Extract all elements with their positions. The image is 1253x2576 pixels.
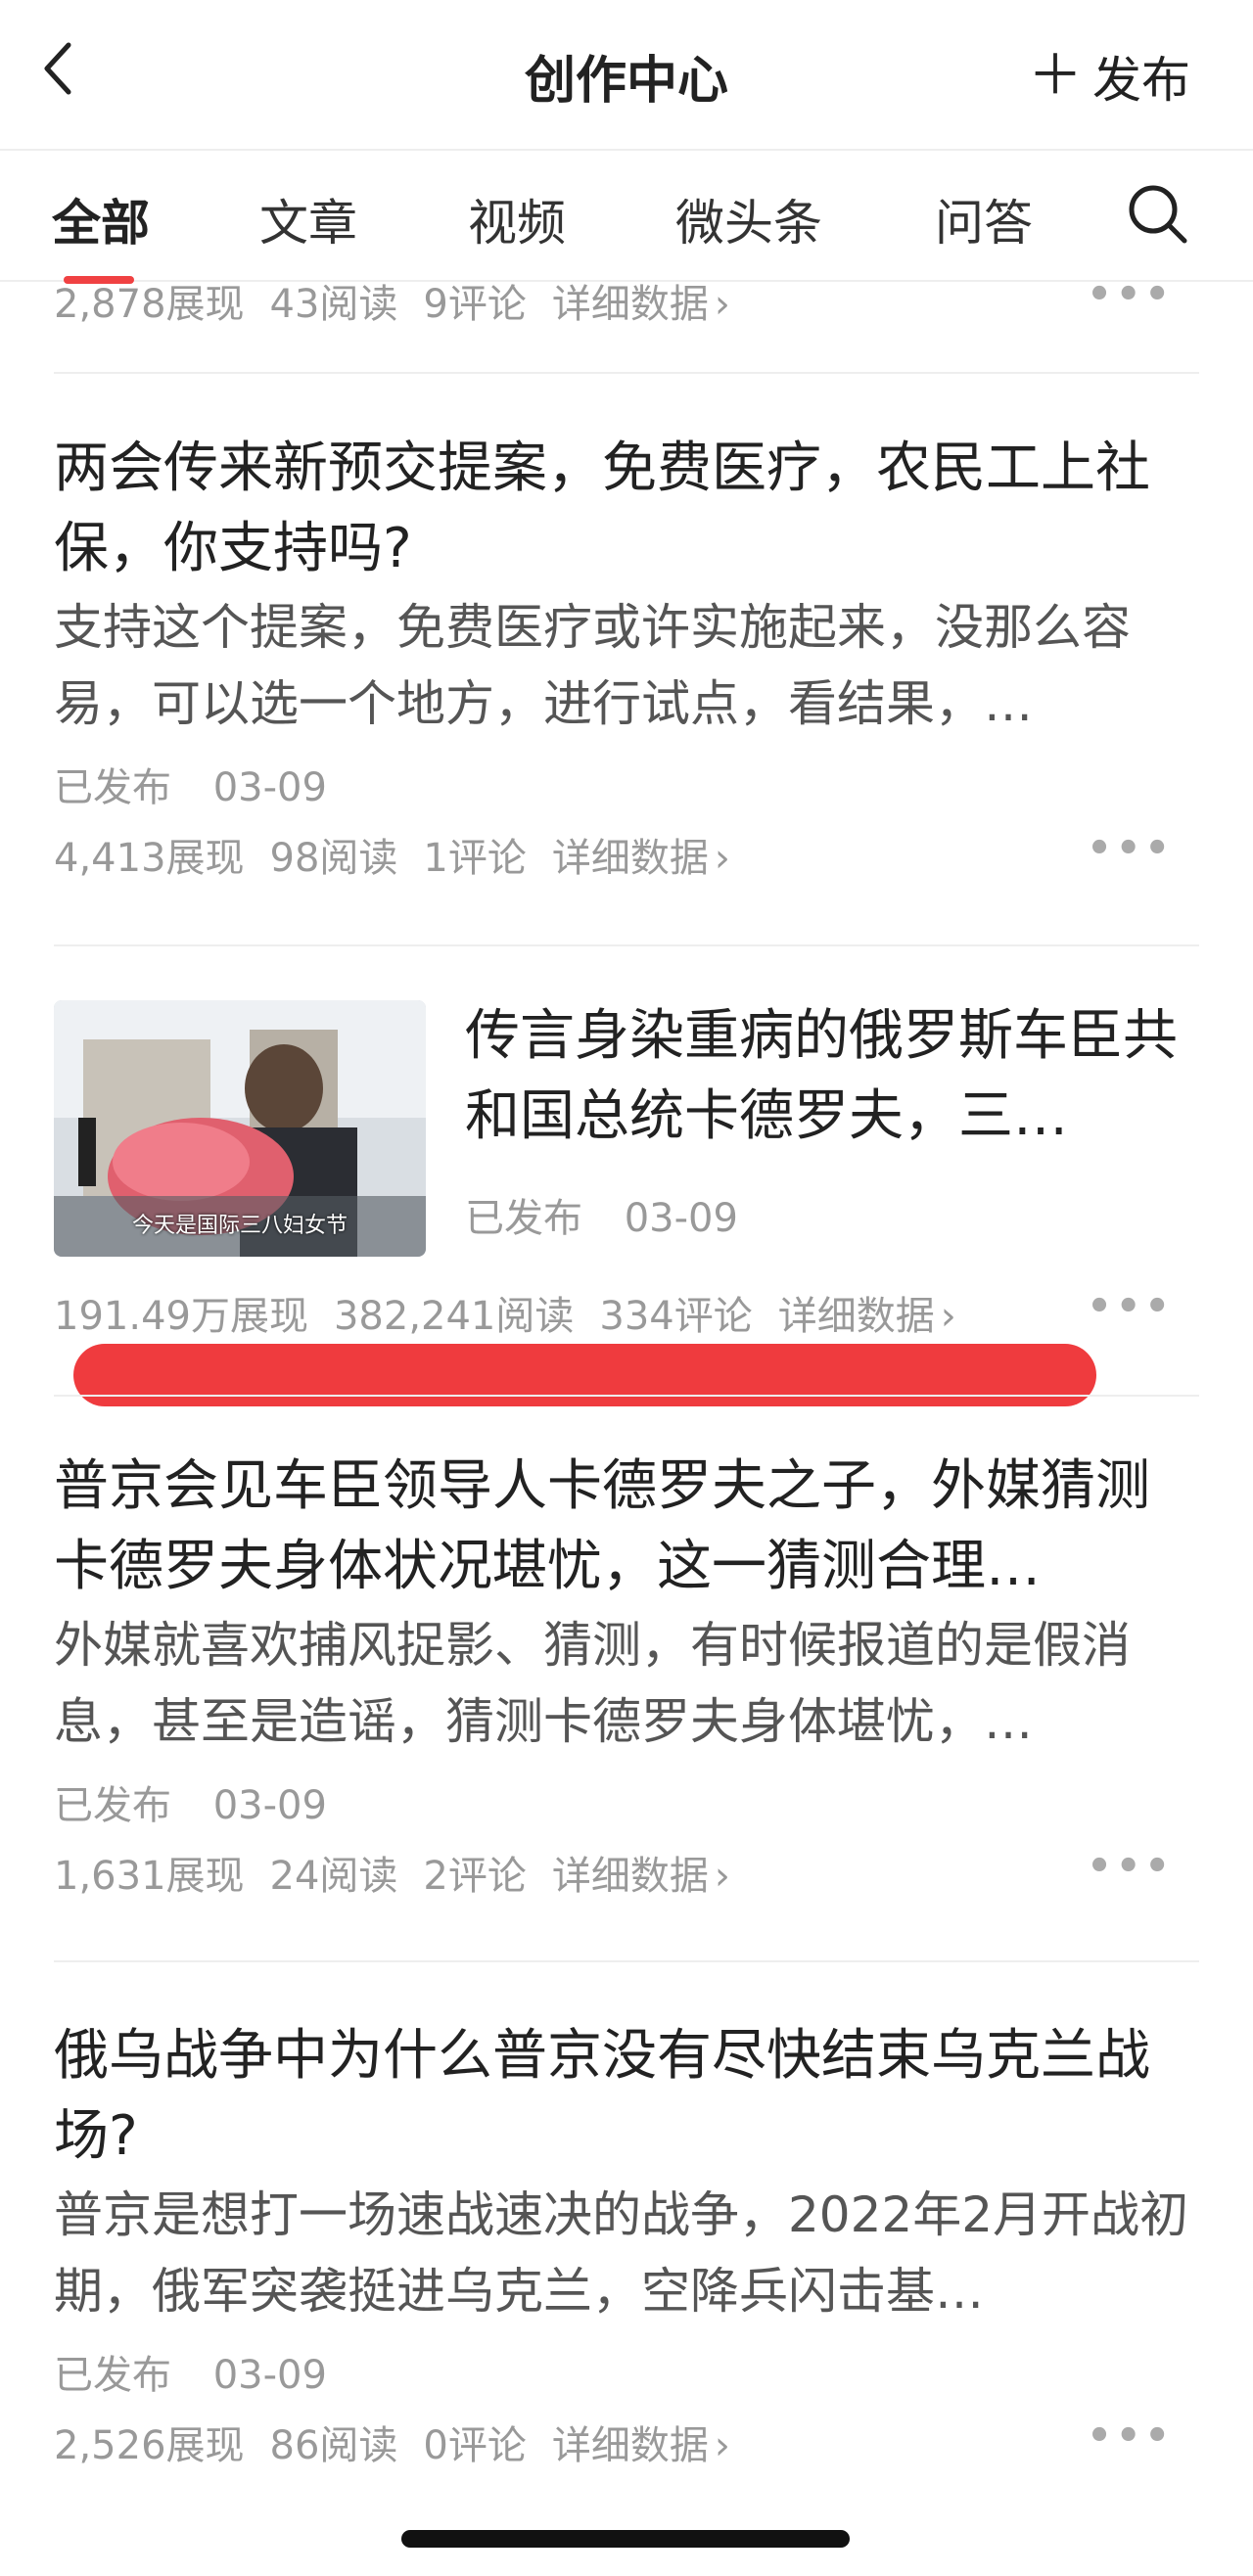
detail-data-link[interactable]: 详细数据 › xyxy=(552,1844,756,1901)
more-dots-icon[interactable]: ••• xyxy=(1087,2414,1174,2459)
comments-count: 2评论 xyxy=(423,1854,527,1899)
status-row: 已发布 03-09 xyxy=(54,756,1199,812)
chevron-right-icon: › xyxy=(940,1294,956,1339)
video-thumbnail[interactable]: 今天是国际三八妇女节 xyxy=(54,1000,426,1257)
status-label: 已发布 xyxy=(465,1196,582,1241)
views-count: 1,631展现 xyxy=(54,1854,245,1899)
partial-item-metrics: 2,878展现 43阅读 9评论 详细数据 › ••• xyxy=(54,272,1199,329)
more-dots-icon[interactable]: ••• xyxy=(1087,1844,1174,1889)
item-summary: 普京是想打一场速战速决的战争，2022年2月开战初期，俄军突袭挺进乌克兰，空降兵… xyxy=(54,2186,1189,2320)
tab-qa[interactable]: 问答 xyxy=(935,184,1033,254)
list-item[interactable]: 俄乌战争中为什么普京没有尽快结束乌克兰战场? 普京是想打一场速战速决的战争，20… xyxy=(54,2016,1199,2470)
metrics-row: 2,526展现 86阅读 0评论 详细数据 › ••• xyxy=(54,2414,1199,2470)
reads-count: 43阅读 xyxy=(269,282,398,327)
more-dots-icon[interactable]: ••• xyxy=(1087,1284,1174,1329)
metrics-row: 191.49万展现 382,241阅读 334评论 详细数据 › ••• xyxy=(54,1284,1199,1341)
divider xyxy=(54,1395,1199,1397)
tab-micro-headlines[interactable]: 微头条 xyxy=(675,184,822,254)
metrics-row: 4,413展现 98阅读 1评论 详细数据 › ••• xyxy=(54,826,1199,883)
item-title[interactable]: 普京会见车臣领导人卡德罗夫之子，外媒猜测卡德罗夫身体状况堪忧，这一猜测合理… xyxy=(54,1447,1199,1607)
publish-date: 03-09 xyxy=(212,2353,327,2398)
metrics-row: 1,631展现 24阅读 2评论 详细数据 › ••• xyxy=(54,1844,1199,1901)
detail-data-link[interactable]: 详细数据 › xyxy=(552,826,756,883)
views-count: 2,878展现 xyxy=(54,282,245,327)
tab-bar: 全部 文章 视频 微头条 问答 xyxy=(0,149,1253,284)
plus-icon: ＋ xyxy=(1028,44,1083,108)
publish-date: 03-09 xyxy=(624,1196,738,1241)
list-item[interactable]: 普京会见车臣领导人卡德罗夫之子，外媒猜测卡德罗夫身体状况堪忧，这一猜测合理… 外… xyxy=(54,1447,1199,1901)
item-title[interactable]: 俄乌战争中为什么普京没有尽快结束乌克兰战场? xyxy=(54,2016,1199,2177)
reads-count: 86阅读 xyxy=(269,2423,398,2468)
detail-data-link[interactable]: 详细数据 › xyxy=(552,272,756,329)
item-title[interactable]: 两会传来新预交提案，免费医疗，农民工上社保，你支持吗? xyxy=(54,429,1199,589)
item-summary: 外媒就喜欢捕风捉影、猜测，有时候报道的是假消息，甚至是造谣，猜测卡德罗夫身体堪忧… xyxy=(54,1617,1131,1750)
comments-count: 0评论 xyxy=(423,2423,527,2468)
chevron-right-icon: › xyxy=(714,836,730,881)
status-row: 已发布 03-09 xyxy=(465,1186,1199,1243)
more-dots-icon[interactable]: ••• xyxy=(1087,826,1174,871)
chevron-right-icon: › xyxy=(714,282,730,327)
status-label: 已发布 xyxy=(54,1783,171,1828)
more-dots-icon[interactable]: ••• xyxy=(1087,272,1174,317)
chevron-right-icon: › xyxy=(714,1854,730,1899)
item-summary: 支持这个提案，免费医疗或许实施起来，没那么容易，可以选一个地方，进行试点，看结果… xyxy=(54,599,1131,732)
top-bar: 创作中心 ＋ 发布 xyxy=(0,0,1253,147)
detail-data-link[interactable]: 详细数据 › xyxy=(778,1284,982,1341)
status-label: 已发布 xyxy=(54,2353,171,2398)
detail-data-link[interactable]: 详细数据 › xyxy=(552,2414,756,2470)
red-highlight-mark xyxy=(73,1344,1096,1406)
divider xyxy=(54,944,1199,946)
tab-articles[interactable]: 文章 xyxy=(259,184,357,254)
reads-count: 24阅读 xyxy=(269,1854,398,1899)
chevron-right-icon: › xyxy=(714,2423,730,2468)
publish-button[interactable]: ＋ 发布 xyxy=(1028,41,1190,112)
divider xyxy=(54,1960,1199,1962)
reads-count: 382,241阅读 xyxy=(333,1294,575,1339)
publish-date: 03-09 xyxy=(212,765,327,810)
item-title[interactable]: 传言身染重病的俄罗斯车臣共和国总统卡德罗夫，三… xyxy=(465,996,1199,1157)
status-label: 已发布 xyxy=(54,765,171,810)
views-count: 2,526展现 xyxy=(54,2423,245,2468)
comments-count: 334评论 xyxy=(599,1294,753,1339)
views-count: 191.49万展现 xyxy=(54,1294,308,1339)
comments-count: 1评论 xyxy=(423,836,527,881)
publish-label: 发布 xyxy=(1092,52,1190,109)
list-item-video[interactable]: 传言身染重病的俄罗斯车臣共和国总统卡德罗夫，三… 已发布 03-09 xyxy=(465,996,1199,1243)
search-icon[interactable] xyxy=(1126,182,1188,245)
views-count: 4,413展现 xyxy=(54,836,245,881)
reads-count: 98阅读 xyxy=(269,836,398,881)
publish-date: 03-09 xyxy=(212,1783,327,1828)
status-row: 已发布 03-09 xyxy=(54,1773,1199,1830)
tab-all[interactable]: 全部 xyxy=(52,184,150,254)
divider xyxy=(54,372,1199,374)
thumbnail-caption: 今天是国际三八妇女节 xyxy=(131,1214,348,1238)
status-row: 已发布 03-09 xyxy=(54,2343,1199,2400)
comments-count: 9评论 xyxy=(423,282,527,327)
list-item[interactable]: 两会传来新预交提案，免费医疗，农民工上社保，你支持吗? 支持这个提案，免费医疗或… xyxy=(54,429,1199,883)
home-indicator xyxy=(401,2530,850,2548)
tab-videos[interactable]: 视频 xyxy=(468,184,566,254)
